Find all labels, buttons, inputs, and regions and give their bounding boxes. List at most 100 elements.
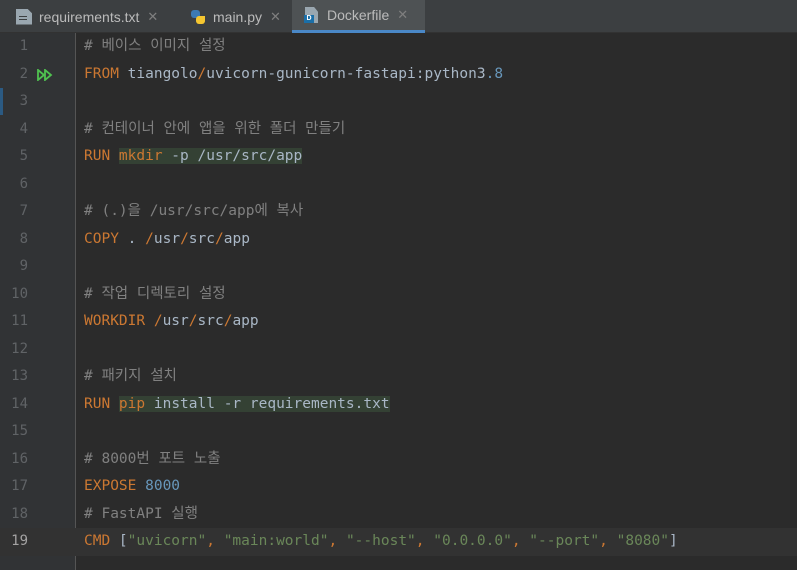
code-line[interactable]: 5 RUN mkdir -p /usr/src/app (0, 143, 797, 171)
code-token: # 베이스 이미지 설정 (84, 38, 226, 54)
code-line[interactable]: 10 # 작업 디렉토리 설정 (0, 281, 797, 309)
line-number: 4 (19, 120, 28, 137)
code-token: -p /usr/src/app (162, 148, 303, 164)
code-token: / (197, 65, 207, 82)
code-token: usr (153, 230, 181, 247)
code-token: CMD (84, 533, 119, 549)
code-line[interactable]: 8 COPY . /usr/src/app (0, 226, 797, 254)
code-token: # FastAPI 실행 (84, 505, 198, 522)
code-token: EXPOSE (84, 478, 146, 494)
line-number: 3 (19, 93, 28, 109)
code-text: WORKDIR /usr/src/app (84, 308, 259, 336)
code-text: RUN pip install -r requirements.txt (84, 391, 390, 419)
code-text: # 베이스 이미지 설정 (84, 33, 226, 61)
code-text: # 컨테이너 안에 앱을 위한 폴더 만들기 (84, 116, 345, 144)
close-icon[interactable]: ✕ (397, 7, 408, 23)
code-token: / (145, 230, 154, 247)
close-icon[interactable]: ✕ (147, 9, 158, 25)
code-token: [ (118, 533, 128, 549)
code-line[interactable]: 12 (0, 336, 797, 364)
code-text: # 작업 디렉토리 설정 (84, 281, 226, 309)
code-text: COPY . /usr/src/app (84, 226, 250, 254)
tab-dockerfile[interactable]: D Dockerfile ✕ (292, 0, 425, 33)
code-token: , (511, 533, 530, 549)
python-file-icon (190, 9, 206, 25)
code-token: pip (118, 395, 146, 412)
code-token: usr (162, 313, 189, 329)
code-token: COPY (84, 230, 128, 247)
code-text: # 패키지 설치 (84, 363, 177, 391)
code-line[interactable]: 7 # (.)을 /usr/src/app에 복사 (0, 198, 797, 226)
code-token: "--host" (345, 533, 416, 549)
close-icon[interactable]: ✕ (270, 9, 281, 25)
code-token: src (188, 230, 215, 247)
code-line[interactable]: 2 FROM tiangolo/uvicorn-gunicorn-fastapi:… (0, 61, 797, 89)
code-text: # FastAPI 실행 (84, 501, 198, 529)
code-token: FROM (84, 65, 128, 82)
code-line[interactable]: 15 (0, 418, 797, 446)
code-token: WORKDIR (84, 313, 154, 329)
code-token: mkdir (118, 148, 163, 164)
line-number: 18 (11, 505, 28, 522)
code-token: app (232, 313, 259, 329)
code-token: , (415, 533, 434, 549)
code-token: . (127, 230, 146, 247)
line-number: 11 (11, 313, 28, 329)
line-number: 15 (11, 423, 28, 439)
code-line[interactable]: 17 EXPOSE 8000 (0, 473, 797, 501)
code-token: "8080" (616, 533, 669, 549)
line-number: 13 (11, 368, 28, 384)
code-text: CMD ["uvicorn", "main:world", "--host", … (84, 528, 678, 556)
line-number: 6 (19, 175, 28, 192)
code-token: / (215, 230, 224, 247)
code-token: uvicorn-gunicorn-fastapi:python3 (206, 65, 486, 82)
code-line[interactable]: 18 # FastAPI 실행 (0, 501, 797, 529)
code-line[interactable]: 3 (0, 88, 797, 116)
run-icon[interactable] (37, 68, 53, 81)
code-line[interactable]: 9 (0, 253, 797, 281)
code-token: tiangolo (127, 65, 198, 82)
line-number: 8 (19, 230, 28, 247)
code-token: / (188, 313, 198, 329)
code-token: "--port" (529, 533, 600, 549)
docker-badge: D (304, 15, 314, 23)
code-line[interactable]: 14 RUN pip install -r requirements.txt (0, 391, 797, 419)
code-text: # (.)을 /usr/src/app에 복사 (84, 198, 303, 226)
code-token: RUN (84, 395, 119, 412)
line-number: 12 (11, 340, 28, 357)
code-token: install -r requirements.txt (145, 395, 390, 412)
code-token: / (180, 230, 189, 247)
code-token: ] (669, 533, 678, 549)
code-token: 8000 (145, 478, 181, 494)
line-number: 7 (19, 203, 28, 219)
line-number: 17 (11, 478, 28, 494)
code-token: # 작업 디렉토리 설정 (84, 285, 226, 302)
code-token: # 컨테이너 안에 앱을 위한 폴더 만들기 (84, 120, 346, 137)
code-line[interactable]: 13 # 패키지 설치 (0, 363, 797, 391)
code-line[interactable]: 19 CMD ["uvicorn", "main:world", "--host"… (0, 528, 797, 556)
code-token: , (328, 533, 346, 549)
code-token: "uvicorn" (127, 533, 207, 549)
tab-requirements-txt[interactable]: requirements.txt ✕ (0, 0, 180, 33)
code-token: src (197, 313, 224, 329)
line-number: 16 (11, 450, 28, 467)
code-token: , (599, 533, 617, 549)
code-line[interactable]: 1 # 베이스 이미지 설정 (0, 33, 797, 61)
editor-tab-bar: requirements.txt ✕ main.py ✕ D Dockerfil… (0, 0, 797, 33)
line-number: 1 (19, 38, 28, 54)
tab-label: main.py (213, 8, 263, 25)
code-line[interactable]: 6 (0, 171, 797, 199)
line-number: 14 (11, 395, 28, 412)
line-number: 5 (19, 148, 28, 164)
code-line[interactable]: 11 WORKDIR /usr/src/app (0, 308, 797, 336)
code-token: .8 (485, 65, 504, 82)
code-token: RUN (84, 148, 119, 164)
tab-label: Dockerfile (327, 7, 390, 23)
code-text: RUN mkdir -p /usr/src/app (84, 143, 303, 171)
tab-main-py[interactable]: main.py ✕ (180, 0, 292, 33)
code-token: "0.0.0.0" (433, 533, 512, 549)
code-line[interactable]: 16 # 8000번 포트 노출 (0, 446, 797, 474)
tab-label: requirements.txt (39, 8, 140, 25)
code-text: EXPOSE 8000 (84, 473, 180, 501)
code-line[interactable]: 4 # 컨테이너 안에 앱을 위한 폴더 만들기 (0, 116, 797, 144)
